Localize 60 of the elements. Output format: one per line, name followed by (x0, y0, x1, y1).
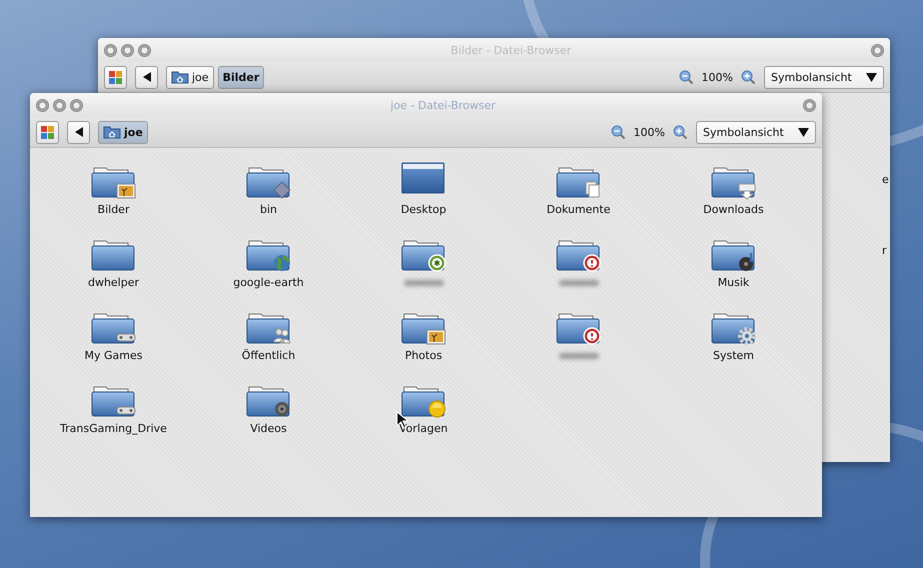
dropdown-arrow-icon (866, 72, 877, 82)
window-button[interactable] (871, 44, 884, 56)
window-button[interactable] (803, 98, 816, 112)
zoom-in-icon[interactable] (673, 124, 688, 140)
window-button[interactable] (70, 98, 83, 112)
asterisk-emblem-icon (428, 254, 446, 272)
path-button[interactable]: joe (98, 120, 148, 144)
menu-button[interactable] (104, 66, 127, 88)
file-name[interactable]: Vorlagen (399, 422, 448, 435)
file-name[interactable]: Photos (404, 349, 442, 362)
left-arrow-icon (142, 71, 152, 83)
music-emblem-icon (738, 253, 754, 271)
window-button[interactable] (104, 44, 117, 56)
zoom-in-icon[interactable] (741, 70, 756, 84)
zoom-level: 100% (634, 126, 665, 138)
file-name[interactable]: dwhelper (88, 276, 140, 289)
file-name[interactable]: System (712, 349, 754, 362)
color-squares-icon (40, 124, 55, 140)
file-name[interactable]: Downloads (703, 203, 764, 216)
window-button[interactable] (121, 44, 134, 56)
file-name[interactable]: Bilder (98, 203, 130, 216)
file-name-fragment: r (881, 244, 888, 257)
color-squares-icon (108, 70, 123, 84)
file-name[interactable]: Dokumente (546, 203, 610, 216)
file-name[interactable]: google-earth (233, 276, 304, 289)
people-emblem-icon (273, 328, 290, 344)
view-dropdown[interactable]: Symbolansicht (696, 120, 816, 144)
path-button[interactable]: Bilder (218, 66, 264, 88)
window-button[interactable] (53, 98, 66, 112)
gear-emblem-icon (738, 327, 756, 345)
pictures-emblem-icon (426, 330, 445, 344)
menu-button[interactable] (36, 120, 59, 144)
window-button[interactable] (36, 98, 49, 112)
back-button[interactable] (67, 120, 90, 144)
zoom-out-icon[interactable] (610, 124, 626, 140)
left-arrow-icon (74, 126, 84, 138)
back-button[interactable] (135, 66, 158, 88)
home-folder-icon (103, 125, 121, 139)
file-name[interactable]: Videos (250, 422, 287, 435)
path-button[interactable]: joe (166, 66, 214, 88)
error-emblem-icon (582, 327, 600, 345)
zoom-out-icon[interactable] (678, 70, 694, 84)
file-name[interactable]: Öffentlich (242, 349, 296, 362)
window-title: joe - Datei-Browser (389, 98, 496, 112)
file-name[interactable]: bin (260, 203, 277, 216)
view-dropdown[interactable]: Symbolansicht (764, 66, 884, 88)
downloads-emblem-icon (738, 184, 755, 200)
file-name-fragment: e (881, 173, 890, 186)
file-name[interactable]: Desktop (400, 203, 446, 216)
window-button[interactable] (138, 44, 151, 56)
home-folder-icon (171, 70, 189, 84)
zoom-level: 100% (702, 70, 733, 84)
dropdown-arrow-icon (798, 127, 809, 137)
file-name[interactable]: Musik (718, 276, 750, 289)
file-name[interactable]: TransGaming_Drive (60, 422, 167, 435)
documents-emblem-icon (585, 182, 599, 198)
pictures-emblem-icon (116, 184, 135, 198)
globe-emblem-icon (274, 254, 290, 271)
file-name[interactable]: My Games (84, 349, 142, 362)
error-emblem-icon (582, 254, 600, 272)
